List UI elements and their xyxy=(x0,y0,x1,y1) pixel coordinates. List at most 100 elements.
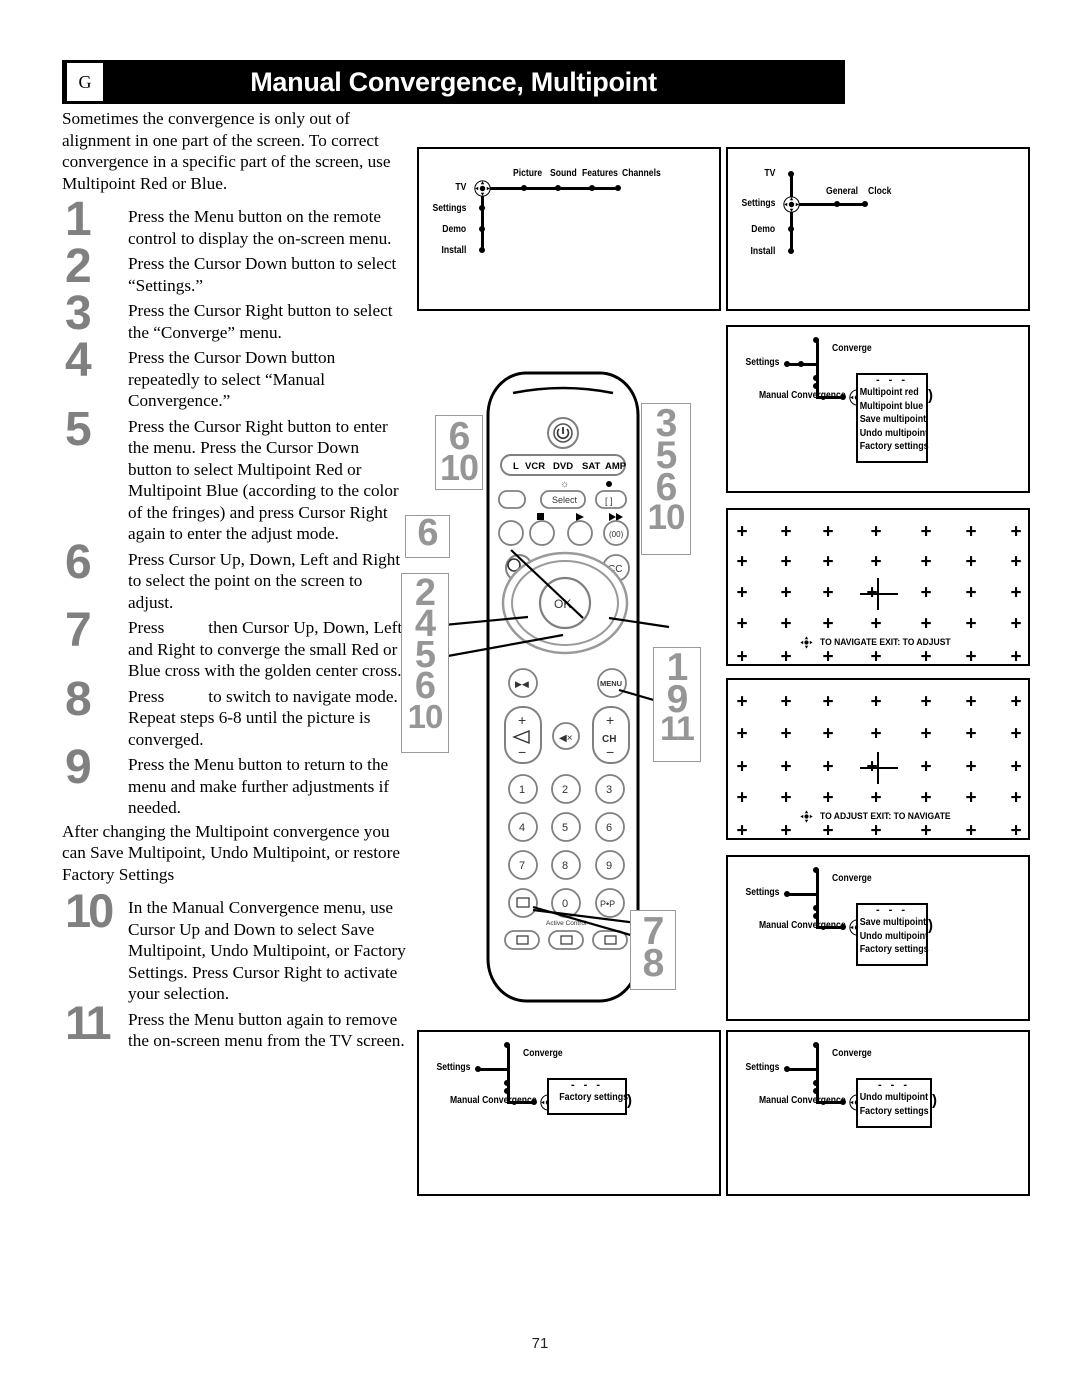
grid-cross: + xyxy=(870,551,882,573)
svg-text:−: − xyxy=(606,744,614,760)
tree-label-converge: Converge xyxy=(832,342,872,354)
tree-hline xyxy=(786,893,818,896)
grid-cross: + xyxy=(1010,787,1022,809)
tree-label-install: Install xyxy=(441,244,466,256)
callout-1-9-11: 1 9 11 xyxy=(653,647,701,762)
menu-item-save-multipoint[interactable]: Save multipoint xyxy=(858,916,926,930)
tree-label-settings: Settings xyxy=(745,1061,779,1073)
grid-cross: + xyxy=(736,820,748,842)
grid-cross: + xyxy=(870,613,882,635)
menu-item-factory-settings[interactable]: Factory settings xyxy=(858,943,929,957)
grid-cross: + xyxy=(920,756,932,778)
svg-text:+: + xyxy=(518,712,526,728)
remote-control-illustration: L VCR DVD SAT AMP ☼ Select [ ] (00) CC O… xyxy=(401,365,713,1015)
step-text: Press Cursor Up, Down, Left and Right to… xyxy=(128,549,401,612)
diagram-tv-menu: TV Settings Demo Install Picture Sound F… xyxy=(417,147,721,311)
menu-item-factory-settings[interactable]: Factory settings xyxy=(858,1105,929,1119)
grid-cross: + xyxy=(780,756,792,778)
callout-6-10: 6 10 xyxy=(435,415,483,490)
grid-cross: + xyxy=(965,756,977,778)
grid-cross: + xyxy=(822,756,834,778)
grid-cross: + xyxy=(920,582,932,604)
grid-cross: + xyxy=(965,820,977,842)
svg-text:AMP: AMP xyxy=(605,461,627,472)
svg-text:P•P: P•P xyxy=(600,899,615,909)
tree-label-clock: Clock xyxy=(868,185,892,197)
step-text-before: Press xyxy=(128,618,165,637)
step-text: Press the Cursor Right button to enter t… xyxy=(128,416,399,544)
tree-dot xyxy=(504,1080,510,1086)
tree-label-demo: Demo xyxy=(751,223,775,235)
menu-dots: - - - xyxy=(877,1079,911,1091)
grid-cross: + xyxy=(822,551,834,573)
tree-hline xyxy=(477,1068,509,1071)
grid-cross: + xyxy=(920,551,932,573)
svg-text:DVD: DVD xyxy=(553,461,573,472)
grid-cross: + xyxy=(965,723,977,745)
step-11: 11 Press the Menu button again to remove… xyxy=(62,998,407,1052)
tree-label-sound: Sound xyxy=(550,167,577,179)
grid-cross: + xyxy=(870,820,882,842)
menu-item-multipoint-blue[interactable]: Multipoint blue xyxy=(858,400,923,414)
cursor-crosshair-horizontal xyxy=(860,593,898,595)
navigation-cursor-icon xyxy=(800,636,813,649)
grid-cross: + xyxy=(870,521,882,543)
svg-text:☼: ☼ xyxy=(560,479,569,490)
grid-cross: + xyxy=(920,521,932,543)
tree-label-install: Install xyxy=(750,245,775,257)
menu-item-factory-settings[interactable]: Factory settings xyxy=(549,1091,628,1105)
mid-paragraph: After changing the Multipoint convergenc… xyxy=(62,821,400,884)
menu-item-undo-multipoint[interactable]: Undo multipoint xyxy=(858,1091,928,1105)
grid-cross: + xyxy=(780,691,792,713)
grid-cross: + xyxy=(1010,646,1022,668)
grid-cross: + xyxy=(822,787,834,809)
step-5: 5 Press the Cursor Right button to enter… xyxy=(62,405,407,545)
menu-options-box: - - - Factory settings xyxy=(547,1078,628,1115)
callout-value: 10 xyxy=(439,446,479,488)
svg-text:▶◀: ▶◀ xyxy=(515,679,529,689)
svg-text:MENU: MENU xyxy=(600,679,622,688)
tree-label-tv: TV xyxy=(454,181,466,193)
page-title: Manual Convergence, Multipoint xyxy=(250,67,657,97)
menu-item-save-multipoint[interactable]: Save multipoint xyxy=(858,413,926,427)
step-text-after: to switch to navigate mode. Repeat steps… xyxy=(128,686,398,749)
menu-item-undo-multipoint[interactable]: Undo multipoint xyxy=(858,427,928,441)
menu-item-factory-settings[interactable]: Factory settings xyxy=(858,440,929,454)
tree-hline xyxy=(786,1068,818,1071)
menu-item-undo-multipoint[interactable]: Undo multipoint xyxy=(858,930,928,944)
step-text: Press the Cursor Down button repeatedly … xyxy=(128,348,336,410)
step-number: 3 xyxy=(65,287,92,340)
cursor-crosshair-vertical xyxy=(877,578,879,610)
svg-text:CH: CH xyxy=(602,734,616,745)
step-number: 11 xyxy=(65,995,112,1049)
callout-value: 11 xyxy=(660,709,695,748)
navigation-cursor-icon xyxy=(474,180,491,197)
svg-text:−: − xyxy=(518,744,526,760)
grid-cross: + xyxy=(965,521,977,543)
grid-cross: + xyxy=(1010,582,1022,604)
grid-cross: + xyxy=(870,646,882,668)
step-number: 2 xyxy=(65,240,92,293)
svg-text:SAT: SAT xyxy=(582,461,600,472)
navigation-cursor-icon xyxy=(800,810,813,823)
grid-cross: + xyxy=(1010,820,1022,842)
callout-6: 6 xyxy=(405,514,450,558)
callout-value: 8 xyxy=(642,941,665,985)
tree-dot xyxy=(788,226,794,232)
menu-item-multipoint-red[interactable]: Multipoint red xyxy=(858,386,919,400)
svg-text:2: 2 xyxy=(562,784,568,796)
tree-dot xyxy=(555,185,561,191)
diagram-converge-factory: Settings Converge Manual Convergence - -… xyxy=(417,1030,721,1196)
cross-grid: + + + + + + + + + + + + + + + + + + + + … xyxy=(728,680,1028,842)
svg-text:4: 4 xyxy=(519,822,525,834)
grid-cross: + xyxy=(736,691,748,713)
tree-dot xyxy=(479,226,485,232)
tree-dot xyxy=(784,1066,790,1072)
tree-dot xyxy=(813,867,819,873)
grid-cross: + xyxy=(965,787,977,809)
grid-cross: + xyxy=(736,723,748,745)
menu-dots: - - - xyxy=(875,374,909,386)
svg-text:0: 0 xyxy=(562,898,568,910)
tree-label-settings: Settings xyxy=(745,356,779,368)
step-number: 5 xyxy=(65,402,92,456)
